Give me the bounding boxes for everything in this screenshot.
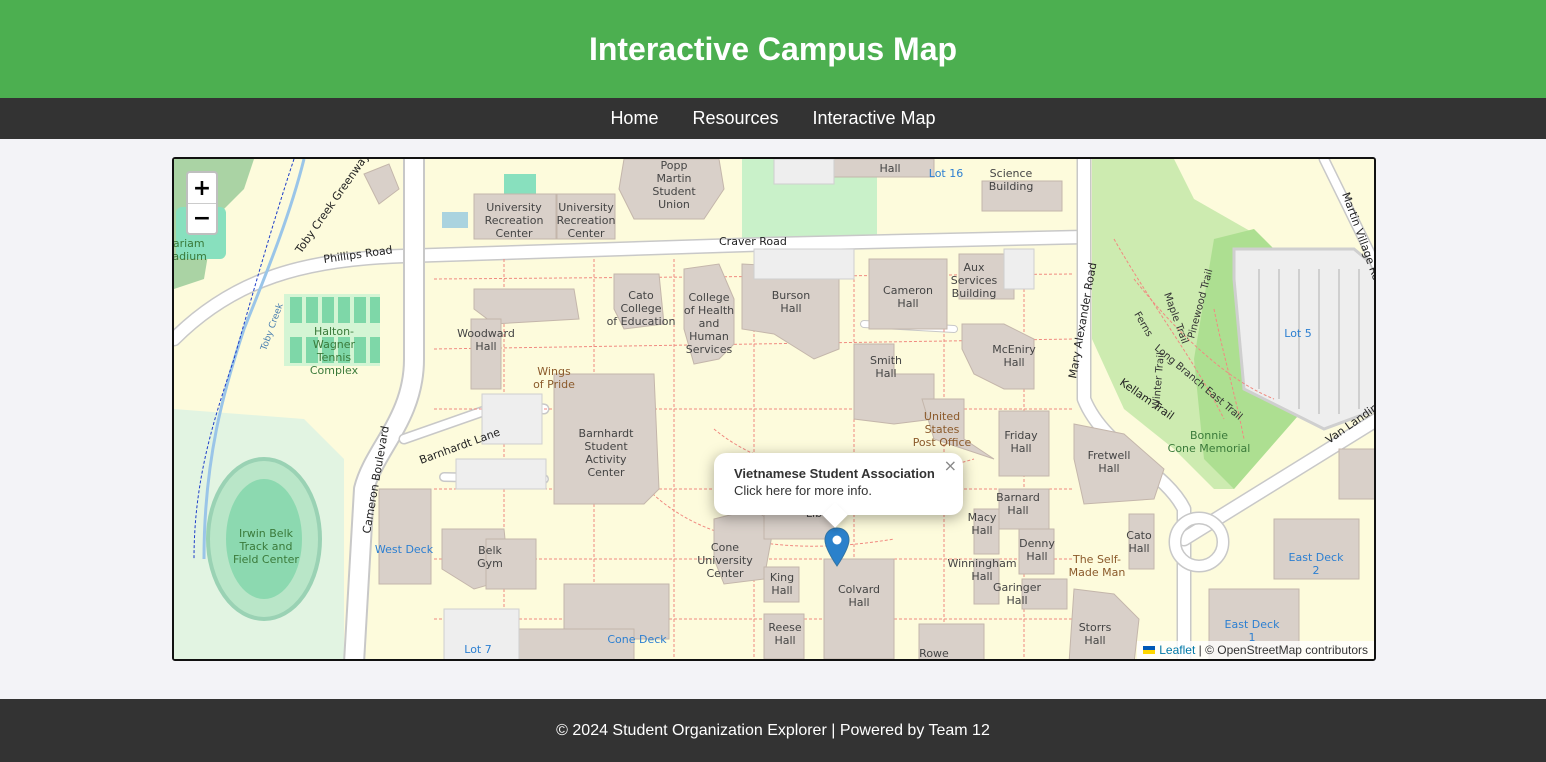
- popup-text[interactable]: Click here for more info.: [734, 483, 872, 498]
- attribution-separator: | ©: [1195, 643, 1218, 657]
- map-label-fretwell: Fretwell Hall: [1087, 449, 1131, 475]
- map-label-lot5: Lot 5: [1284, 327, 1312, 340]
- page-title: Interactive Campus Map: [588, 30, 958, 67]
- map-label-irwin: Irwin Belk Track and Field Center: [233, 527, 299, 566]
- zoom-in-button[interactable]: +: [188, 173, 216, 203]
- leaflet-link[interactable]: Leaflet: [1159, 643, 1195, 657]
- zoom-out-button[interactable]: −: [188, 203, 216, 233]
- map-label-popp: Popp Martin Student Union: [652, 159, 696, 211]
- map-label-denny: Denny Hall: [1019, 537, 1055, 563]
- map-label-woodward: Woodward Hall: [457, 327, 515, 353]
- map-label-cato-hall: Cato Hall: [1126, 529, 1152, 555]
- popup-title: Vietnamese Student Association: [734, 466, 935, 481]
- map-label-belk-gym: Belk Gym: [477, 544, 503, 570]
- map-label-coll-health: College of Health and Human Services: [683, 291, 735, 356]
- nav-resources-link[interactable]: Resources: [692, 108, 778, 129]
- map-label-science: Science Building: [988, 167, 1034, 193]
- map-label-winningham: Winningham Hall: [947, 557, 1017, 583]
- nav-interactive-map-link[interactable]: Interactive Map: [813, 108, 936, 129]
- popup-close-button[interactable]: ×: [944, 456, 957, 475]
- map-label-usps: United States Post Office: [912, 410, 972, 449]
- ukraine-flag-icon: [1143, 646, 1156, 654]
- marker-popup[interactable]: × Vietnamese Student Association Click h…: [714, 453, 963, 528]
- map-label-cameron: Cameron Hall: [883, 284, 933, 310]
- map-label-mariam: Mariam Stadium: [172, 237, 207, 263]
- map-label-king: King Hall: [769, 571, 795, 597]
- map-attribution: Leaflet | © OpenStreetMap contributors: [1137, 641, 1374, 659]
- map-label-wings: Wings of Pride: [533, 365, 575, 391]
- craver-road-label: Craver Road: [719, 235, 787, 248]
- map-label-macy: Macy Hall: [967, 511, 997, 537]
- site-footer: © 2024 Student Organization Explorer | P…: [0, 699, 1546, 762]
- map-label-bonnie: Bonnie Cone Memorial: [1167, 429, 1251, 455]
- map-label-east-deck2: East Deck 2: [1288, 551, 1344, 577]
- map-label-lot7: Lot 7: [464, 643, 492, 656]
- map-label-cone-deck: Cone Deck: [607, 633, 667, 646]
- map-label-aux: Aux Services Building: [950, 261, 998, 300]
- map-label-friday: Friday Hall: [1004, 429, 1038, 455]
- map-label-univ-rec1: University Recreation Center: [484, 201, 544, 240]
- map-label-rowe: Rowe: [919, 647, 949, 660]
- osm-link[interactable]: OpenStreetMap contributors: [1217, 643, 1368, 657]
- map-label-univ-rec2: University Recreation Center: [556, 201, 616, 240]
- map-label-mcEniry: McEniry Hall: [992, 343, 1036, 369]
- map-label-lot16: Lot 16: [928, 167, 964, 180]
- map-label-reese: Reese Hall: [768, 621, 802, 647]
- map-label-barnhardt: Barnhardt Student Activity Center: [578, 427, 634, 479]
- map-label-west-deck: West Deck: [374, 543, 434, 556]
- map-label-cone: Cone University Center: [697, 541, 753, 580]
- location-marker-icon[interactable]: [824, 527, 850, 567]
- nav-home-link[interactable]: Home: [610, 108, 658, 129]
- map-label-storrs: Storrs Hall: [1078, 621, 1112, 647]
- map-label-garinger: Garinger Hall: [992, 581, 1042, 607]
- map-label-colvard: Colvard Hall: [837, 583, 881, 609]
- campus-map[interactable]: Craver Road Phillips Road Toby Creek Gre…: [172, 157, 1376, 661]
- map-label-barnard: Barnard Hall: [996, 491, 1040, 517]
- map-label-self-made: The Self- Made Man: [1068, 553, 1126, 579]
- map-label-burson: Burson Hall: [771, 289, 811, 315]
- footer-text: © 2024 Student Organization Explorer | P…: [556, 721, 990, 739]
- map-label-smith: Smith Hall: [869, 354, 903, 380]
- map-label-halton: Halton- Wagner Tennis Complex: [309, 325, 359, 377]
- map-label-cato-ed: Cato College of Education: [606, 289, 676, 328]
- site-header: Interactive Campus Map: [0, 0, 1546, 98]
- map-label-hall-top: Hall: [879, 162, 901, 175]
- main-nav: Home Resources Interactive Map: [0, 98, 1546, 139]
- zoom-control: + −: [186, 171, 218, 235]
